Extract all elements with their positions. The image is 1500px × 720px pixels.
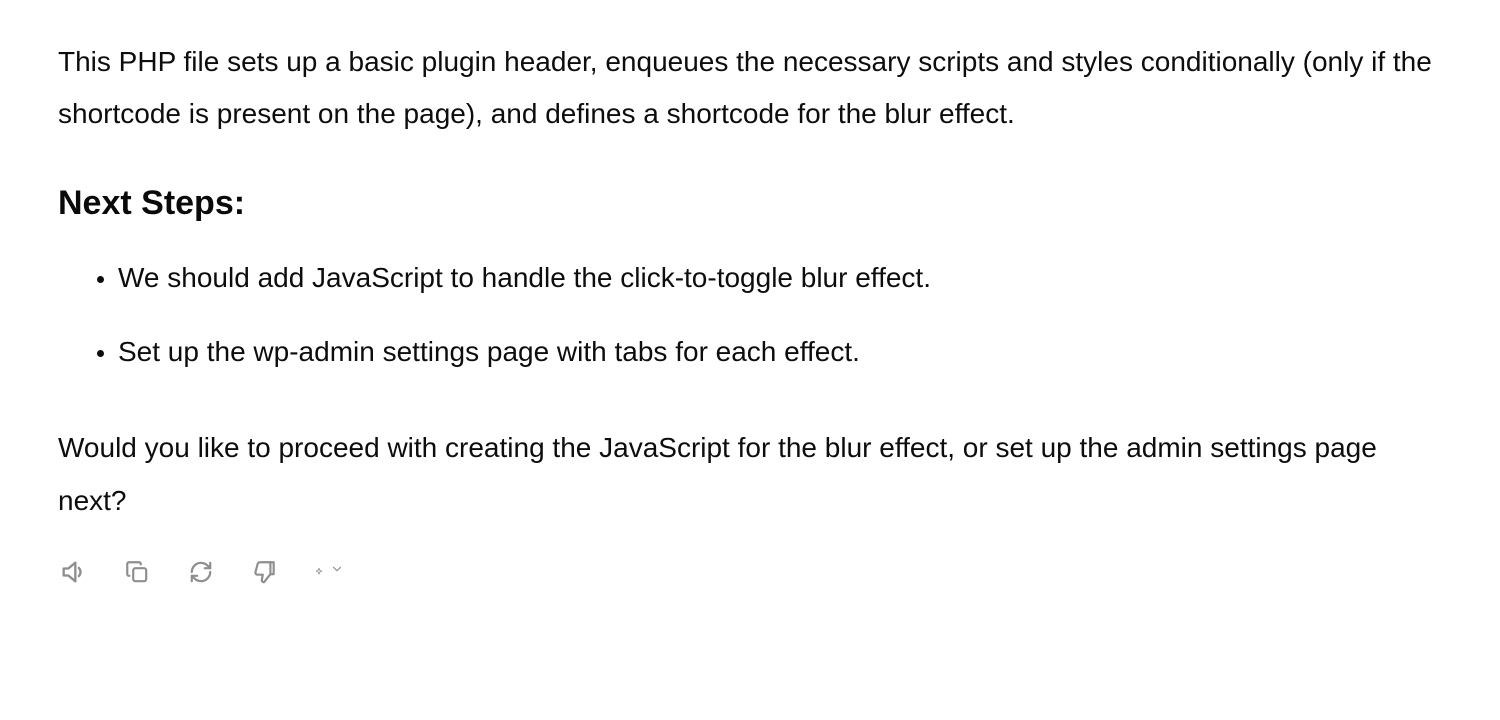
copy-icon[interactable] xyxy=(122,557,152,587)
chevron-down-icon xyxy=(330,562,344,581)
thumbs-down-icon[interactable] xyxy=(250,557,280,587)
speaker-icon[interactable] xyxy=(58,557,88,587)
sparkle-icon[interactable] xyxy=(314,557,344,587)
message-content: This PHP file sets up a basic plugin hea… xyxy=(0,0,1500,587)
list-item: Set up the wp-admin settings page with t… xyxy=(118,331,1442,373)
list-item-text: We should add JavaScript to handle the c… xyxy=(118,262,931,293)
list-item: We should add JavaScript to handle the c… xyxy=(118,257,1442,299)
list-item-text: Set up the wp-admin settings page with t… xyxy=(118,336,860,367)
next-steps-heading: Next Steps: xyxy=(58,184,1442,223)
closing-paragraph: Would you like to proceed with creating … xyxy=(58,421,1442,527)
refresh-icon[interactable] xyxy=(186,557,216,587)
intro-paragraph: This PHP file sets up a basic plugin hea… xyxy=(58,36,1442,140)
next-steps-list: We should add JavaScript to handle the c… xyxy=(58,257,1442,373)
message-toolbar xyxy=(58,557,1442,587)
